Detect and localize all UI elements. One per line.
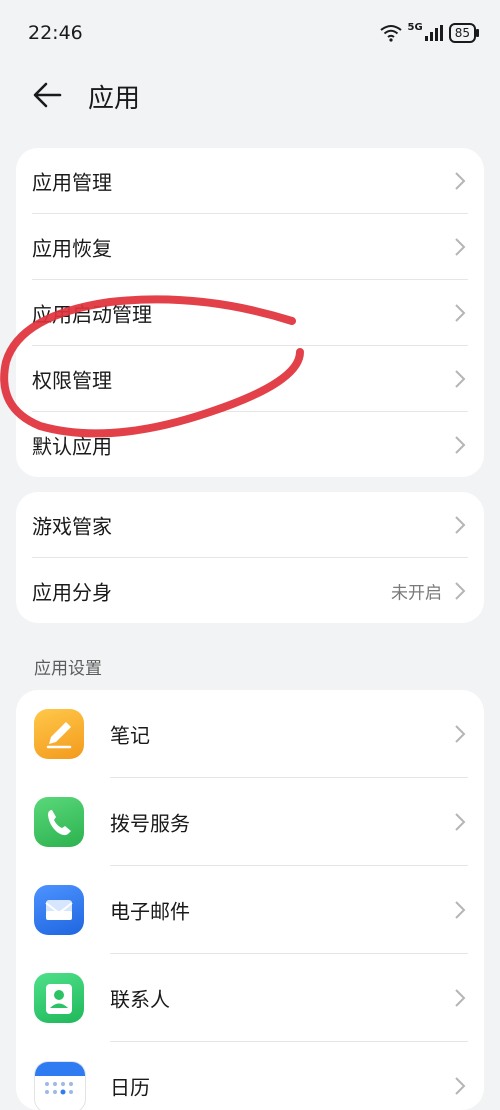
email-icon — [34, 885, 84, 935]
section-label-app-settings: 应用设置 — [34, 659, 102, 679]
app-settings-list: 笔记 拨号服务 电子邮件 联系人 日历 — [16, 690, 484, 1110]
chevron-right-icon — [455, 171, 466, 190]
calendar-icon — [34, 1061, 86, 1110]
menu-item-app-launch-management[interactable]: 应用启动管理 — [32, 280, 468, 346]
chevron-right-icon — [455, 237, 466, 256]
app-item-label: 笔记 — [110, 723, 150, 748]
chevron-right-icon — [455, 1077, 466, 1095]
phone-icon — [34, 797, 84, 847]
app-item-label: 电子邮件 — [110, 899, 190, 924]
menu-item-app-restore[interactable]: 应用恢复 — [32, 214, 468, 280]
app-item-label: 日历 — [110, 1075, 150, 1100]
status-bar: 22:46 5G 85 — [0, 0, 500, 68]
signal-icon — [424, 25, 443, 41]
app-item-dialer[interactable]: 拨号服务 — [16, 778, 484, 866]
status-icons: 5G 85 — [379, 22, 480, 44]
app-twin-status: 未开启 — [391, 583, 442, 603]
chevron-right-icon — [455, 435, 466, 454]
header: 应用 — [0, 70, 500, 120]
app-item-email[interactable]: 电子邮件 — [16, 866, 484, 954]
network-type: 5G — [407, 22, 423, 33]
battery-level: 85 — [454, 26, 470, 40]
app-item-notes[interactable]: 笔记 — [16, 690, 484, 778]
back-arrow-icon[interactable] — [30, 77, 66, 113]
status-time: 22:46 — [28, 22, 83, 44]
settings-group-extra: 游戏管家 应用分身 未开启 — [16, 492, 484, 623]
contacts-icon — [34, 973, 84, 1023]
menu-item-label: 应用分身 — [32, 580, 112, 604]
notes-icon — [34, 709, 84, 759]
app-item-calendar[interactable]: 日历 — [16, 1042, 484, 1110]
chevron-right-icon — [455, 303, 466, 322]
settings-group-main: 应用管理 应用恢复 应用启动管理 权限管理 默认应用 — [16, 148, 484, 477]
menu-item-label: 应用启动管理 — [32, 302, 152, 326]
menu-item-app-twin[interactable]: 应用分身 未开启 — [32, 558, 468, 623]
app-item-label: 拨号服务 — [110, 811, 190, 836]
menu-item-game-manager[interactable]: 游戏管家 — [32, 492, 468, 558]
chevron-right-icon — [455, 581, 466, 600]
chevron-right-icon — [455, 725, 466, 743]
chevron-right-icon — [455, 369, 466, 388]
chevron-right-icon — [455, 813, 466, 831]
battery-icon: 85 — [448, 23, 480, 43]
wifi-icon — [379, 25, 402, 42]
menu-item-permission-management[interactable]: 权限管理 — [32, 346, 468, 412]
menu-item-app-management[interactable]: 应用管理 — [32, 148, 468, 214]
app-item-contacts[interactable]: 联系人 — [16, 954, 484, 1042]
menu-item-label: 应用管理 — [32, 170, 112, 194]
menu-item-label: 应用恢复 — [32, 236, 112, 260]
chevron-right-icon — [455, 515, 466, 534]
chevron-right-icon — [455, 901, 466, 919]
menu-item-label: 权限管理 — [32, 368, 112, 392]
app-item-label: 联系人 — [110, 987, 170, 1012]
menu-item-default-apps[interactable]: 默认应用 — [32, 412, 468, 477]
chevron-right-icon — [455, 989, 466, 1007]
page-title: 应用 — [88, 84, 141, 114]
menu-item-label: 默认应用 — [32, 434, 112, 458]
menu-item-label: 游戏管家 — [32, 514, 112, 538]
